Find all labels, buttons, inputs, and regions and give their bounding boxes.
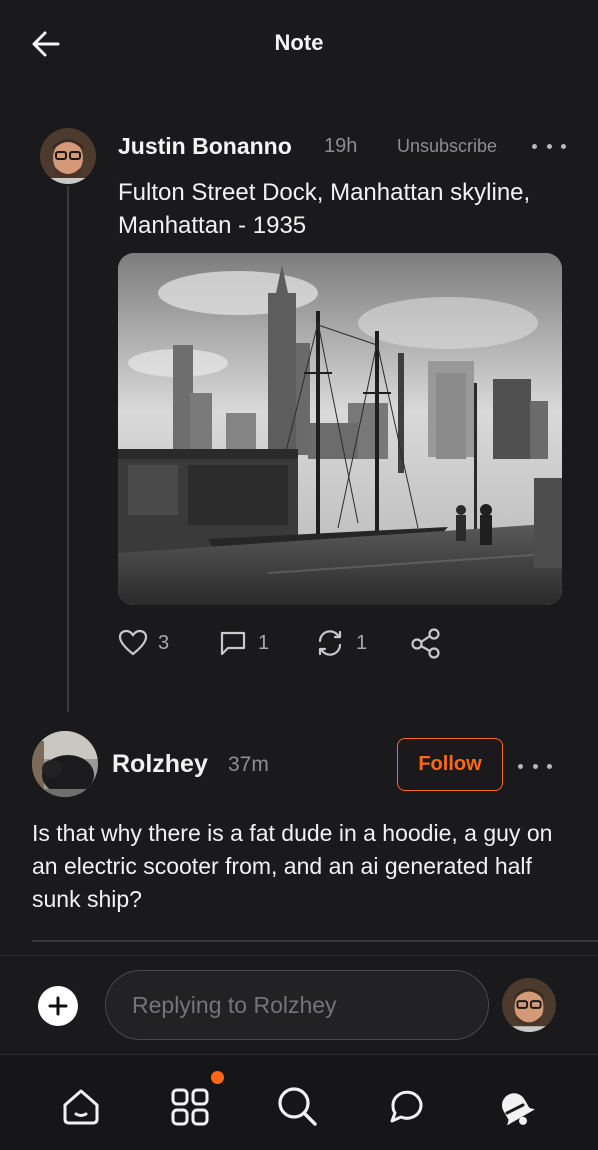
- follow-button[interactable]: Follow: [397, 738, 503, 791]
- reply-more-button[interactable]: [518, 756, 552, 776]
- plus-icon: [48, 996, 68, 1016]
- dot-icon: [546, 143, 552, 149]
- search-icon: [278, 1087, 317, 1126]
- reply-author-avatar[interactable]: [32, 731, 98, 797]
- bottom-tab-bar: [0, 1054, 598, 1150]
- post-author-name[interactable]: Justin Bonanno: [118, 133, 292, 160]
- tab-notifications[interactable]: [487, 1079, 543, 1135]
- reply-timestamp: 37m: [228, 753, 269, 776]
- author-avatar[interactable]: [40, 128, 96, 184]
- post-text: Fulton Street Dock, Manhattan skyline, M…: [118, 179, 531, 239]
- restack-count: 1: [356, 631, 368, 654]
- share-button[interactable]: [410, 623, 442, 663]
- heart-icon: [118, 629, 148, 656]
- comment-button[interactable]: 1: [218, 623, 269, 663]
- divider: [32, 940, 598, 942]
- dot-icon: [532, 763, 538, 769]
- comment-count: 1: [258, 631, 270, 654]
- tab-home[interactable]: [53, 1079, 109, 1135]
- reply-text: Is that why there is a fat dude in a hoo…: [32, 820, 553, 912]
- like-button[interactable]: 3: [118, 623, 169, 663]
- dot-icon: [561, 143, 566, 149]
- chat-icon: [390, 1090, 423, 1123]
- post-image[interactable]: [118, 253, 562, 605]
- post-more-button[interactable]: [532, 136, 566, 156]
- reply-author-name[interactable]: Rolzhey: [112, 750, 208, 779]
- tab-search[interactable]: [270, 1079, 326, 1135]
- unsubscribe-link[interactable]: Unsubscribe: [397, 136, 497, 157]
- post-timestamp: 19h: [324, 135, 358, 157]
- share-icon: [411, 628, 440, 659]
- thread-connector: [67, 186, 69, 712]
- top-bar: Note: [0, 0, 598, 90]
- dot-icon: [532, 143, 537, 149]
- dot-icon: [518, 763, 523, 769]
- home-icon: [63, 1089, 99, 1125]
- grid-icon: [171, 1088, 209, 1126]
- dot-icon: [547, 763, 552, 769]
- bell-icon: [502, 1093, 535, 1126]
- add-attachment-button[interactable]: [38, 986, 78, 1026]
- current-user-avatar[interactable]: [502, 978, 556, 1032]
- tab-explore[interactable]: [162, 1079, 218, 1135]
- reply-composer: [0, 956, 598, 1056]
- notification-dot: [211, 1071, 224, 1084]
- post-actions: 3 1 1: [118, 623, 458, 663]
- tab-chat[interactable]: [379, 1079, 435, 1135]
- restack-button[interactable]: 1: [314, 623, 367, 663]
- restack-icon: [318, 630, 342, 656]
- reply-input[interactable]: [105, 970, 489, 1040]
- comment-icon: [220, 631, 246, 656]
- page-title: Note: [274, 30, 324, 55]
- like-count: 3: [158, 631, 170, 654]
